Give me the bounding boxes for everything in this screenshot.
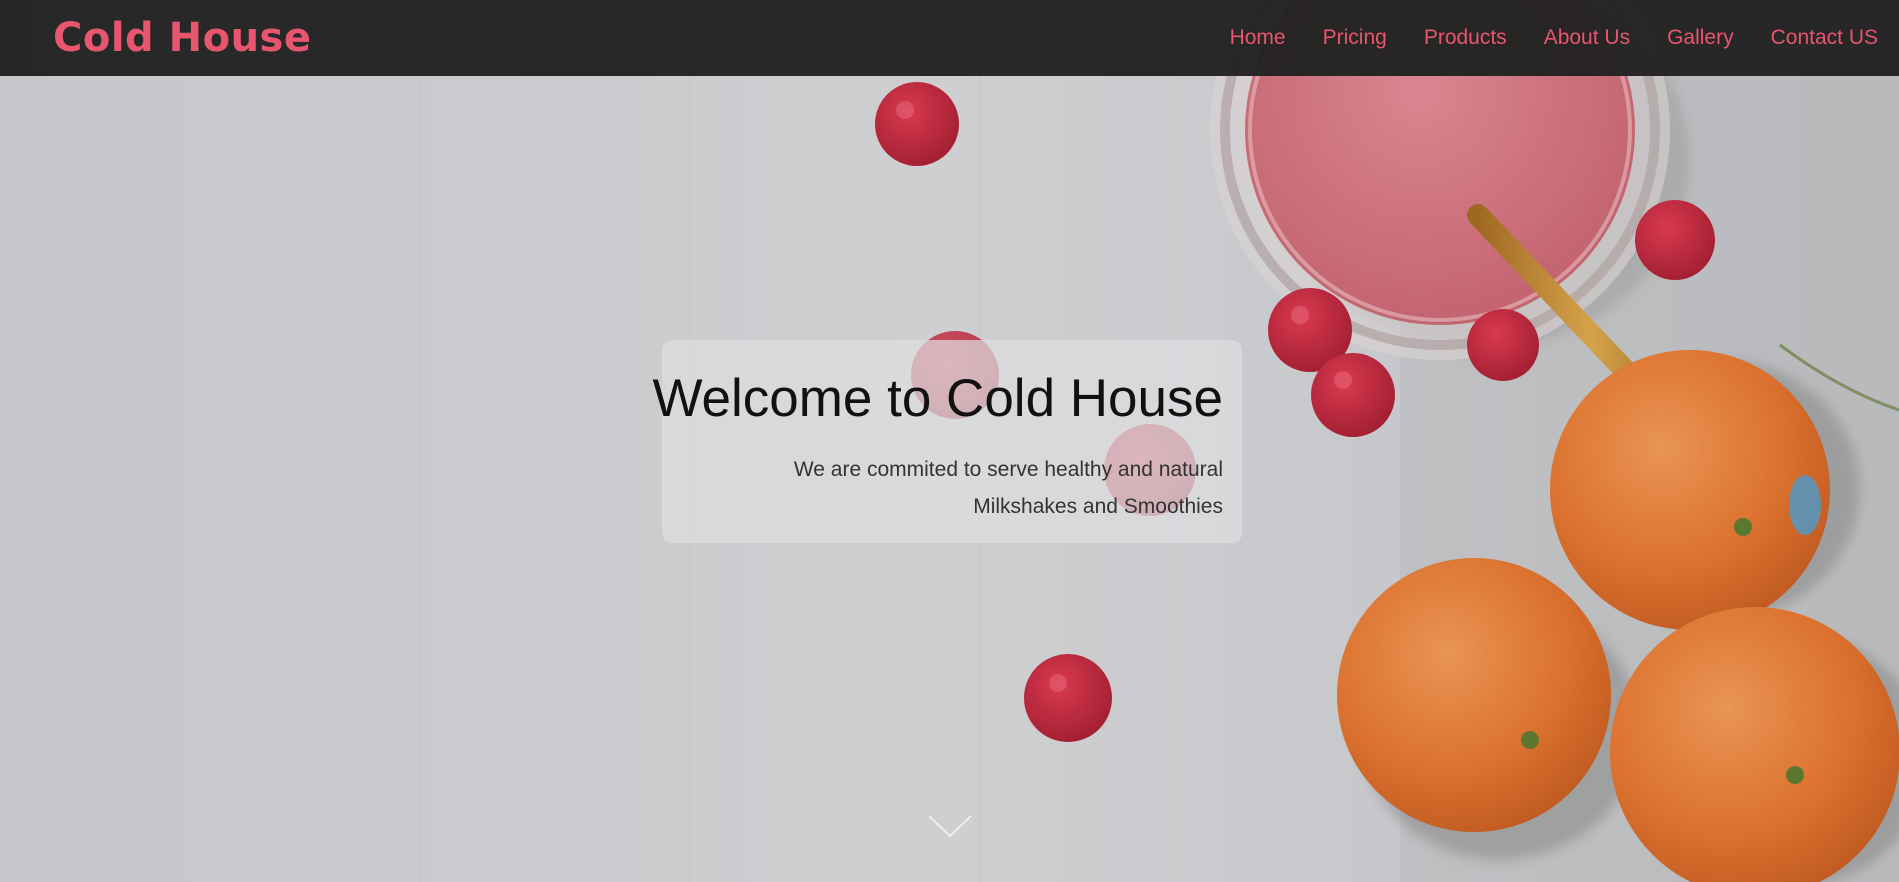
nav-link-home[interactable]: Home: [1230, 24, 1286, 52]
nav-link-pricing[interactable]: Pricing: [1323, 24, 1387, 52]
hero-title: Welcome to Cold House: [652, 369, 1223, 428]
nav-links: Home Pricing Products About Us Gallery C…: [1193, 24, 1878, 52]
hero-subtitle: We are commited to serve healthy and nat…: [794, 451, 1223, 525]
nav-link-products[interactable]: Products: [1424, 24, 1507, 52]
page: Cold House Home Pricing Products About U…: [0, 0, 1899, 882]
chevron-down-icon[interactable]: [926, 812, 974, 842]
hero-subtitle-line-1: We are commited to serve healthy and nat…: [793, 458, 1223, 481]
nav-link-about-us[interactable]: About Us: [1544, 24, 1630, 52]
hero-subtitle-line-2: Milkshakes and Smoothies: [973, 495, 1223, 518]
welcome-card: Welcome to Cold House We are commited to…: [652, 340, 1242, 543]
nav-link-gallery[interactable]: Gallery: [1667, 24, 1734, 52]
navbar: Cold House Home Pricing Products About U…: [0, 0, 1899, 76]
brand-logo[interactable]: Cold House: [53, 14, 311, 62]
nav-link-contact-us[interactable]: Contact US: [1771, 24, 1878, 52]
